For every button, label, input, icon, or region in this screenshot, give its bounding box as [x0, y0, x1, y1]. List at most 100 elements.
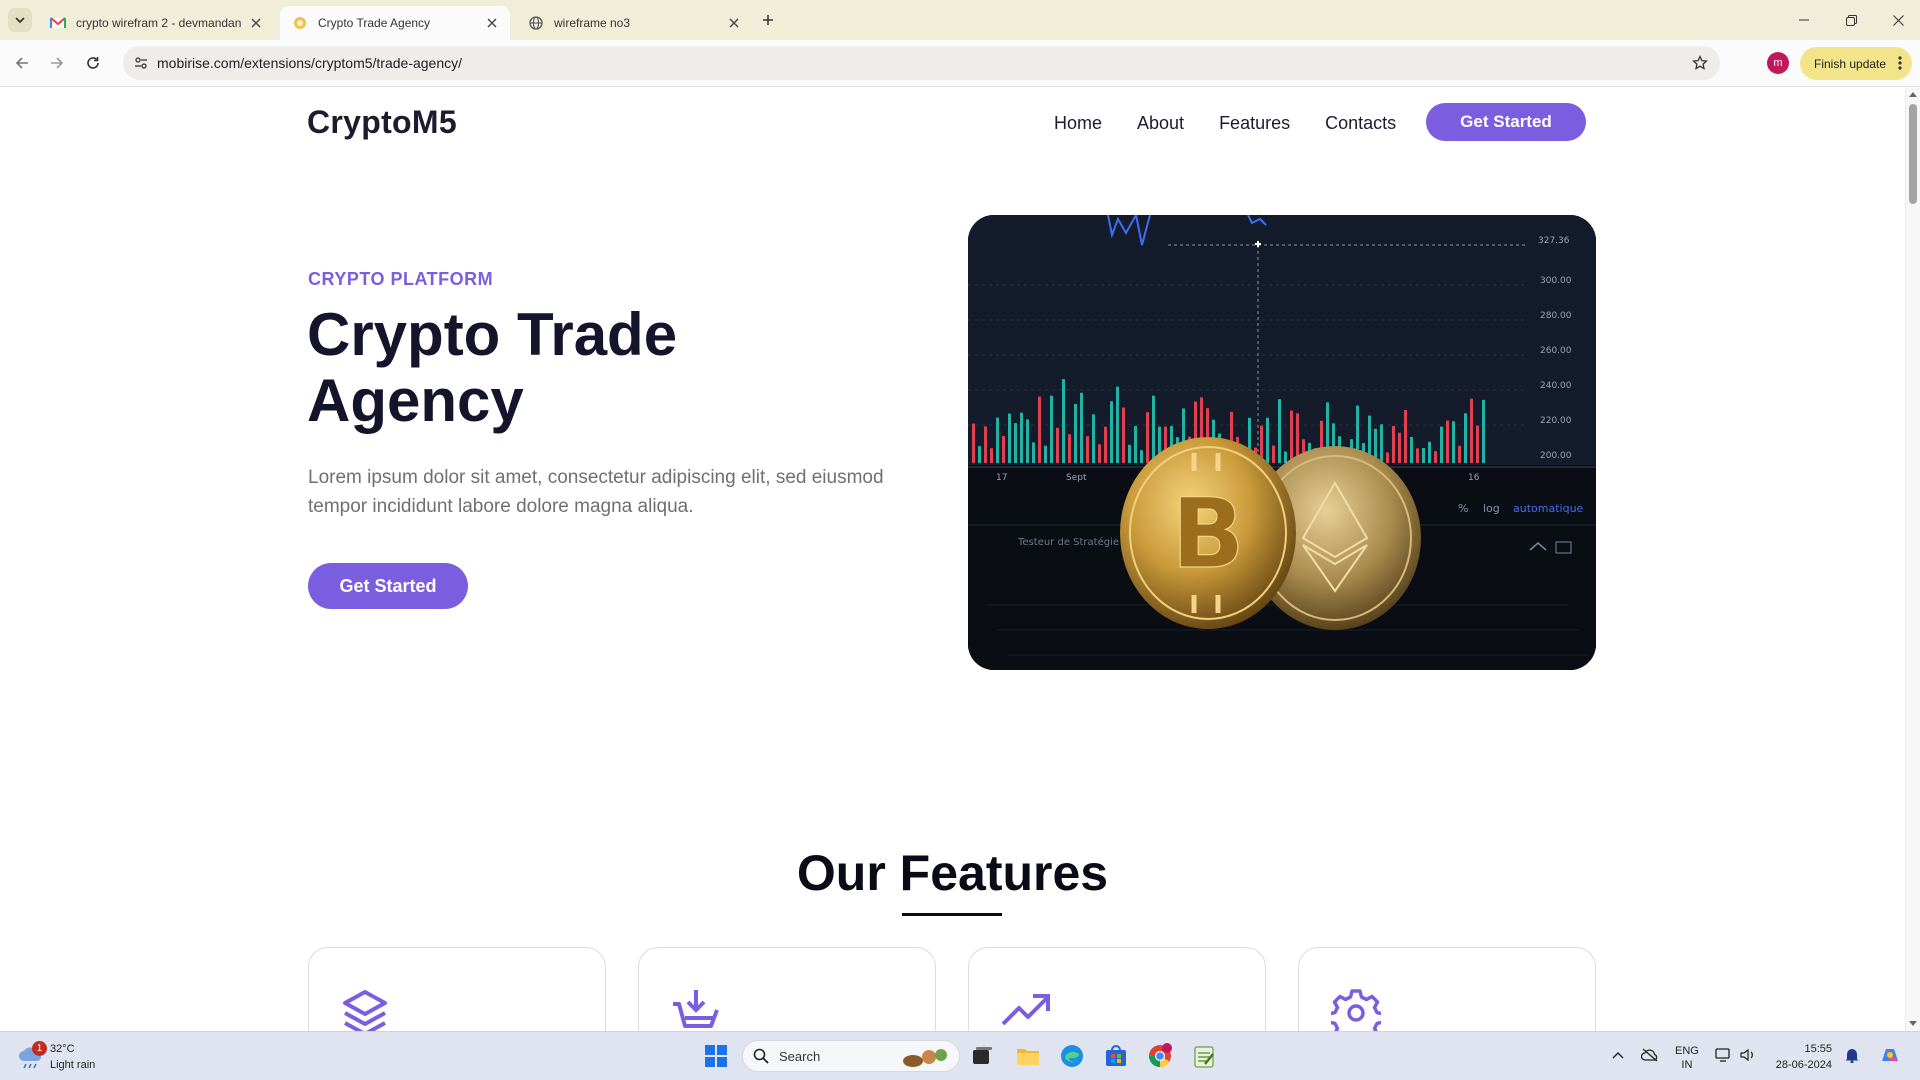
price-tick: 240.00	[1540, 381, 1572, 391]
nav-about[interactable]: About	[1137, 113, 1184, 134]
candle-bar	[1416, 448, 1419, 463]
tab-wireframe[interactable]: wireframe no3	[516, 6, 752, 40]
browser-toolbar: mobirise.com/extensions/cryptom5/trade-a…	[0, 40, 1920, 87]
notification-bell-icon[interactable]	[1842, 1045, 1862, 1065]
chevron-up-icon	[1612, 1052, 1624, 1059]
store-button[interactable]	[1101, 1041, 1131, 1071]
weather-widget[interactable]: 1 32°C Light rain	[16, 1039, 146, 1075]
candle-bar	[1428, 441, 1431, 463]
url-text: mobirise.com/extensions/cryptom5/trade-a…	[157, 55, 463, 71]
forward-button[interactable]	[44, 50, 70, 76]
tab-crypto-trade-agency[interactable]: Crypto Trade Agency	[280, 6, 510, 40]
trending-up-icon	[1001, 994, 1050, 1026]
scroll-down-icon[interactable]	[1909, 1021, 1917, 1027]
start-button[interactable]	[701, 1041, 731, 1071]
profile-avatar[interactable]: m	[1767, 52, 1789, 74]
close-icon[interactable]	[248, 15, 264, 31]
candle-bar	[1098, 444, 1101, 463]
language-code: ENG	[1675, 1045, 1699, 1057]
date-tick: Sept	[1066, 473, 1087, 483]
candle-bar	[1266, 417, 1269, 463]
language-indicator[interactable]: ENG IN	[1675, 1044, 1699, 1072]
nav-contacts[interactable]: Contacts	[1325, 113, 1396, 134]
candle-bar	[1410, 436, 1413, 463]
tab-gmail[interactable]: crypto wirefram 2 - devmandan	[38, 6, 274, 40]
network-icon[interactable]	[1714, 1045, 1734, 1065]
tab-search-button[interactable]	[8, 8, 32, 32]
notepad-icon	[1194, 1046, 1214, 1068]
weather-temp: 32°C	[50, 1043, 75, 1055]
taskbar-search[interactable]: Search	[742, 1040, 960, 1072]
finish-update-button[interactable]: Finish update	[1800, 47, 1912, 80]
candle-bar	[1116, 386, 1119, 463]
main-nav: Home About Features Contacts	[1054, 113, 1431, 134]
nav-features[interactable]: Features	[1219, 113, 1290, 134]
onedrive-icon[interactable]	[1640, 1045, 1660, 1065]
candle-bar	[1074, 403, 1077, 463]
restore-button[interactable]	[1839, 8, 1863, 32]
scroll-up-icon[interactable]	[1909, 91, 1917, 97]
candle-bar	[1014, 423, 1017, 463]
arrow-right-icon	[51, 57, 64, 69]
finish-update-label: Finish update	[1814, 56, 1887, 71]
task-view-button[interactable]	[967, 1041, 997, 1071]
close-icon[interactable]	[484, 15, 500, 31]
candle-bar	[996, 417, 999, 463]
candle-bar	[1086, 436, 1089, 463]
feature-card[interactable]	[308, 947, 606, 1031]
candle-bar	[1446, 420, 1449, 463]
site-logo[interactable]: CryptoM5	[307, 104, 457, 141]
candle-bar	[990, 448, 993, 463]
candle-bar	[1044, 445, 1047, 463]
address-bar[interactable]: mobirise.com/extensions/cryptom5/trade-a…	[123, 46, 1720, 80]
feature-card[interactable]	[1298, 947, 1596, 1031]
panel-label: Testeur de Stratégie	[1017, 536, 1119, 548]
back-button[interactable]	[9, 50, 35, 76]
restore-icon	[1845, 14, 1857, 26]
candle-bar	[1404, 409, 1407, 463]
weather-badge: 1	[32, 1041, 47, 1056]
hero-title-line1: Crypto Trade	[307, 301, 678, 368]
page-scrollbar[interactable]	[1905, 87, 1920, 1031]
arrow-left-icon	[15, 57, 28, 69]
bookmark-star-icon[interactable]	[1690, 53, 1710, 73]
candle-bar	[1110, 401, 1113, 463]
store-icon	[1106, 1045, 1126, 1066]
copilot-icon[interactable]	[1877, 1042, 1903, 1068]
file-explorer-button[interactable]	[1013, 1041, 1043, 1071]
candle-bar	[1032, 442, 1035, 463]
show-hidden-icons-button[interactable]	[1608, 1045, 1628, 1065]
hero-title: Crypto Trade Agency	[307, 302, 827, 434]
chart-control: log	[1483, 502, 1500, 515]
chrome-button[interactable]	[1145, 1041, 1175, 1071]
tab-title: crypto wirefram 2 - devmandan	[76, 16, 242, 30]
volume-icon[interactable]	[1738, 1045, 1758, 1065]
hero-get-started-button[interactable]: Get Started	[308, 563, 468, 609]
candle-bar	[1038, 396, 1041, 463]
feature-card[interactable]	[968, 947, 1266, 1031]
candle-bar	[1278, 399, 1281, 463]
chart-control: %	[1458, 502, 1468, 515]
clock[interactable]: 15:55 28-06-2024	[1774, 1041, 1832, 1073]
feature-card[interactable]	[638, 947, 936, 1031]
candle-bar	[978, 446, 981, 463]
minimize-button[interactable]	[1792, 8, 1816, 32]
edge-button[interactable]	[1057, 1041, 1087, 1071]
site-info-icon[interactable]	[131, 53, 151, 73]
gear-icon	[1331, 989, 1381, 1031]
close-icon[interactable]	[726, 15, 742, 31]
reload-button[interactable]	[80, 50, 106, 76]
candle-bar	[1080, 392, 1083, 463]
candle-bar	[1398, 432, 1401, 463]
scrollbar-thumb[interactable]	[1909, 104, 1917, 204]
notepad-app-button[interactable]	[1189, 1041, 1219, 1071]
features-title: Our Features	[796, 845, 1109, 901]
site-icon	[292, 15, 308, 31]
nav-get-started-button[interactable]: Get Started	[1426, 103, 1586, 141]
nav-home[interactable]: Home	[1054, 113, 1102, 134]
hero-description: Lorem ipsum dolor sit amet, consectetur …	[308, 467, 884, 517]
candle-bar	[1122, 407, 1125, 463]
price-tick: 220.00	[1540, 416, 1572, 426]
close-window-button[interactable]	[1886, 8, 1910, 32]
new-tab-button[interactable]	[758, 10, 778, 30]
